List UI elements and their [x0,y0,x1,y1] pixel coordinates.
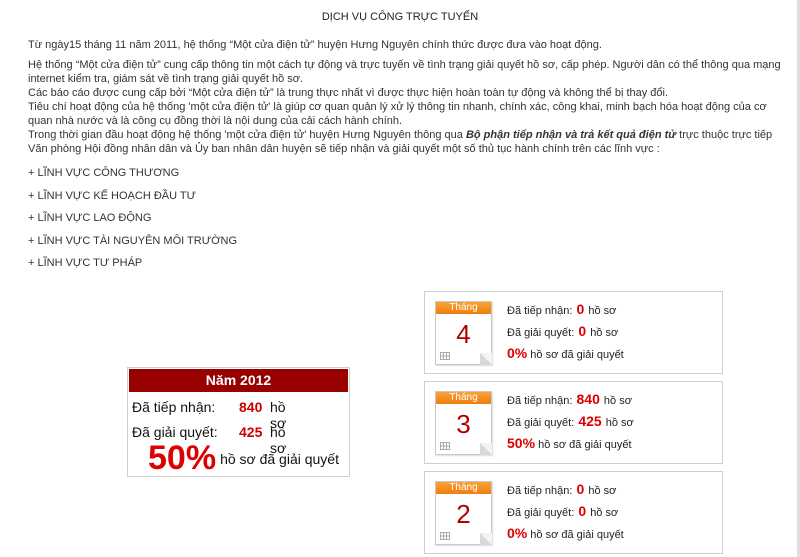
month-percent: 0% [507,345,528,361]
month-received-unit: hồ sơ [588,485,617,497]
year-received-row: Đã tiếp nhận: 840 hồ sơ [132,399,286,431]
grid-icon [440,442,450,450]
month-received-row: Đã tiếp nhận: 0 hồ sơ [507,478,624,500]
year-received-value: 840 [239,399,263,415]
year-percent-text: hồ sơ đã giải quyết [220,450,339,467]
page-curl-icon [480,533,492,545]
year-resolved-label: Đã giải quyết: [132,424,218,440]
month-resolved-value: 425 [578,413,602,429]
month-percent-row: 0% hồ sơ đã giải quyết [507,342,624,364]
intro-paragraph-1: Từ ngày15 tháng 11 năm 2011, hệ thống “M… [28,39,602,51]
year-resolved-value: 425 [239,424,263,440]
calendar-icon: Tháng 2 [435,481,492,545]
month-percent-text: hồ sơ đã giải quyết [538,439,632,451]
month-received-value: 0 [576,481,585,497]
month-stats: Đã tiếp nhận: 840 hồ sơ Đã giải quyết: 4… [507,388,634,454]
field-item: + LĨNH VỰC CÔNG THƯƠNG [28,167,180,179]
month-stats: Đã tiếp nhận: 0 hồ sơ Đã giải quyết: 0 h… [507,298,624,364]
month-received-unit: hồ sơ [588,305,617,317]
grid-icon [440,532,450,540]
intro-paragraph-3: Các báo cáo được cung cấp bởi “Một cửa đ… [28,87,669,99]
month-resolved-label: Đã giải quyết: [507,507,575,519]
intro-text: Từ ngày15 tháng 11 năm 2011, hệ thống “M… [28,38,788,156]
month-stats: Đã tiếp nhận: 0 hồ sơ Đã giải quyết: 0 h… [507,478,624,544]
month-card: Tháng 4 Đã tiếp nhận: 0 hồ sơ Đã giải qu… [424,291,723,374]
page-curl-icon [480,353,492,365]
year-summary-box: Năm 2012 Đã tiếp nhận: 840 hồ sơ Đã giải… [127,367,350,477]
year-resolved-row: Đã giải quyết: 425 hồ sơ [132,424,286,456]
intro-paragraph-4: Tiêu chí hoạt động của hệ thống 'một cửa… [28,101,767,127]
month-received-label: Đã tiếp nhận: [507,305,573,317]
page-title: DỊCH VỤ CÔNG TRỰC TUYẾN [321,11,479,23]
month-received-label: Đã tiếp nhận: [507,395,573,407]
month-received-value: 840 [576,391,600,407]
month-received-value: 0 [576,301,585,317]
month-received-label: Đã tiếp nhận: [507,485,573,497]
month-percent: 0% [507,525,528,541]
month-percent-row: 50% hồ sơ đã giải quyết [507,432,634,454]
month-percent-row: 0% hồ sơ đã giải quyết [507,522,624,544]
month-received-row: Đã tiếp nhận: 0 hồ sơ [507,298,624,320]
month-resolved-row: Đã giải quyết: 0 hồ sơ [507,320,624,342]
calendar-month-label: Tháng [436,482,491,494]
intro-p5-bold: Bộ phận tiếp nhận và trả kết quả điện tử [465,129,677,141]
calendar-month-number: 3 [456,409,471,439]
month-card: Tháng 3 Đã tiếp nhận: 840 hồ sơ Đã giải … [424,381,723,464]
intro-p5-start: Trong thời gian đầu hoạt động hệ thống '… [28,129,466,141]
page-curl-icon [480,443,492,455]
intro-paragraph-2: Hệ thống “Một cửa điện tử” cung cấp thôn… [28,59,781,85]
calendar-icon: Tháng 4 [435,301,492,365]
month-resolved-value: 0 [578,323,587,339]
field-list: + LĨNH VỰC CÔNG THƯƠNG + LĨNH VỰC KẾ HOẠ… [28,167,237,280]
month-received-row: Đã tiếp nhận: 840 hồ sơ [507,388,634,410]
month-percent-text: hồ sơ đã giải quyết [530,349,624,361]
month-resolved-value: 0 [578,503,587,519]
field-item: + LĨNH VỰC TÀI NGUYÊN MÔI TRƯỜNG [28,234,238,247]
calendar-icon: Tháng 3 [435,391,492,455]
grid-icon [440,352,450,360]
month-percent: 50% [507,435,536,451]
month-resolved-label: Đã giải quyết: [507,417,575,429]
year-title: Năm 2012 [129,369,348,392]
month-received-unit: hồ sơ [603,395,632,407]
field-item: + LĨNH VỰC LAO ĐỘNG [28,212,152,224]
year-received-label: Đã tiếp nhận: [132,399,216,415]
calendar-month-number: 2 [456,499,471,529]
month-resolved-unit: hồ sơ [590,327,619,339]
calendar-month-label: Tháng [436,302,491,314]
field-item: + LĨNH VỰC TƯ PHÁP [28,257,143,269]
month-resolved-row: Đã giải quyết: 425 hồ sơ [507,410,634,432]
calendar-month-label: Tháng [436,392,491,404]
intro-paragraph-5: Trong thời gian đầu hoạt động hệ thống '… [28,128,788,156]
year-percent-row: 50% hồ sơ đã giải quyết [148,439,339,478]
year-percent: 50% [148,439,217,477]
month-percent-text: hồ sơ đã giải quyết [530,529,624,541]
field-item: + LĨNH VỰC KẾ HOẠCH ĐẦU TƯ [28,189,197,202]
month-resolved-row: Đã giải quyết: 0 hồ sơ [507,500,624,522]
month-resolved-label: Đã giải quyết: [507,327,575,339]
month-card: Tháng 2 Đã tiếp nhận: 0 hồ sơ Đã giải qu… [424,471,723,554]
month-resolved-unit: hồ sơ [590,507,619,519]
calendar-month-number: 4 [456,319,471,349]
month-resolved-unit: hồ sơ [605,417,634,429]
